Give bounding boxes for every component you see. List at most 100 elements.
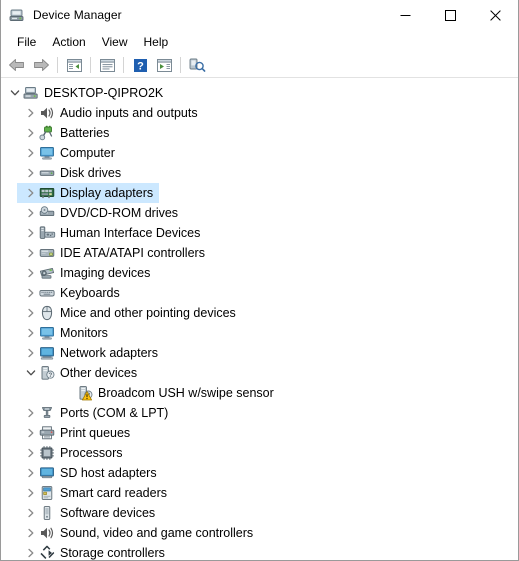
tree-node[interactable]: Mice and other pointing devices — [1, 303, 518, 323]
menu-action[interactable]: Action — [44, 33, 93, 52]
menu-bar: File Action View Help — [1, 31, 518, 53]
tree-node-label: Display adapters — [60, 186, 154, 200]
tree-node-label: SD host adapters — [60, 466, 157, 480]
chevron-right-icon[interactable] — [23, 185, 39, 201]
chevron-right-icon[interactable] — [23, 505, 39, 521]
tree-node-label: DVD/CD-ROM drives — [60, 206, 179, 220]
menu-file[interactable]: File — [9, 33, 44, 52]
tree-node-label: Monitors — [60, 326, 108, 340]
battery-icon — [39, 125, 55, 141]
tree-node[interactable]: DVD/CD-ROM drives — [1, 203, 518, 223]
sd-host-icon — [39, 465, 55, 481]
toolbar-separator — [90, 57, 91, 73]
tree-node[interactable]: DESKTOP-QIPRO2K — [1, 83, 518, 103]
tree-node-label: Print queues — [60, 426, 131, 440]
help-button[interactable]: ? — [128, 54, 152, 76]
tree-node-label: DESKTOP-QIPRO2K — [44, 86, 164, 100]
chevron-right-icon[interactable] — [23, 485, 39, 501]
unknown-device-icon: ? — [77, 385, 93, 401]
tree-node-label: IDE ATA/ATAPI controllers — [60, 246, 205, 260]
chevron-right-icon[interactable] — [23, 205, 39, 221]
scan-hardware-icon — [189, 58, 206, 72]
hid-icon — [39, 225, 56, 241]
tree-node-label: Disk drives — [60, 166, 122, 180]
chevron-right-icon[interactable] — [23, 105, 39, 121]
tree-node[interactable]: SD host adapters — [1, 463, 518, 483]
toolbar-separator — [57, 57, 58, 73]
show-hide-console-tree-button[interactable] — [62, 54, 86, 76]
tree-node-label: Computer — [60, 146, 115, 160]
camera-icon — [39, 265, 55, 281]
chevron-right-icon[interactable] — [23, 165, 39, 181]
window-controls — [383, 0, 518, 31]
chevron-right-icon[interactable] — [23, 325, 39, 341]
update-driver-button[interactable] — [152, 54, 176, 76]
tree-node[interactable]: Computer — [1, 143, 518, 163]
update-driver-icon — [156, 58, 172, 72]
chevron-right-icon[interactable] — [23, 525, 39, 541]
tree-node[interactable]: Imaging devices — [1, 263, 518, 283]
tree-node[interactable]: Ports (COM & LPT) — [1, 403, 518, 423]
maximize-button[interactable] — [428, 0, 473, 31]
back-arrow-icon — [9, 59, 24, 71]
chevron-right-icon[interactable] — [23, 225, 39, 241]
chevron-right-icon[interactable] — [23, 425, 39, 441]
tree-node-label: Sound, video and game controllers — [60, 526, 254, 540]
tree-node[interactable]: Monitors — [1, 323, 518, 343]
storage-controller-icon — [39, 545, 55, 560]
processor-icon — [39, 445, 55, 461]
tree-node[interactable]: Sound, video and game controllers — [1, 523, 518, 543]
tree-node-label: Smart card readers — [60, 486, 167, 500]
chevron-right-icon[interactable] — [23, 285, 39, 301]
speaker-icon — [39, 525, 55, 541]
tree-node[interactable]: IDE ATA/ATAPI controllers — [1, 243, 518, 263]
chevron-right-icon[interactable] — [23, 345, 39, 361]
chevron-right-icon[interactable] — [23, 465, 39, 481]
chevron-right-icon[interactable] — [23, 265, 39, 281]
chevron-down-icon[interactable] — [23, 365, 39, 381]
tree-node[interactable]: Storage controllers — [1, 543, 518, 560]
chevron-right-icon[interactable] — [23, 445, 39, 461]
chevron-right-icon[interactable] — [23, 405, 39, 421]
svg-text:?: ? — [49, 372, 53, 379]
device-tree[interactable]: DESKTOP-QIPRO2K Audio inputs and outputs… — [1, 78, 518, 560]
chevron-down-icon[interactable] — [7, 85, 23, 101]
menu-view[interactable]: View — [94, 33, 136, 52]
computer-icon — [23, 85, 39, 101]
tree-node-label: Ports (COM & LPT) — [60, 406, 169, 420]
close-button[interactable] — [473, 0, 518, 31]
tree-node[interactable]: Disk drives — [1, 163, 518, 183]
tree-node[interactable]: Smart card readers — [1, 483, 518, 503]
tree-node[interactable]: Audio inputs and outputs — [1, 103, 518, 123]
back-button[interactable] — [5, 54, 29, 76]
monitor-icon — [39, 325, 55, 341]
chevron-right-icon[interactable] — [23, 125, 39, 141]
window-title: Device Manager — [33, 8, 122, 22]
tree-node[interactable]: Human Interface Devices — [1, 223, 518, 243]
tree-node[interactable]: Display adapters — [1, 183, 518, 203]
tree-node[interactable]: Software devices — [1, 503, 518, 523]
chevron-right-icon[interactable] — [23, 305, 39, 321]
tree-node[interactable]: Network adapters — [1, 343, 518, 363]
device-manager-icon — [9, 7, 25, 23]
scan-hardware-changes-button[interactable] — [185, 54, 209, 76]
tree-node[interactable]: Keyboards — [1, 283, 518, 303]
forward-button[interactable] — [29, 54, 53, 76]
chevron-right-icon[interactable] — [23, 145, 39, 161]
tree-node[interactable]: Print queues — [1, 423, 518, 443]
chevron-right-icon[interactable] — [23, 545, 39, 560]
chevron-right-icon[interactable] — [23, 245, 39, 261]
mouse-icon — [39, 305, 55, 321]
disk-drive-icon — [39, 165, 55, 181]
tree-node[interactable]: ? Broadcom USH w/swipe sensor — [1, 383, 518, 403]
tree-node[interactable]: ? Other devices — [1, 363, 518, 383]
properties-button[interactable] — [95, 54, 119, 76]
menu-help[interactable]: Help — [136, 33, 177, 52]
tree-node-label: Imaging devices — [60, 266, 151, 280]
tree-node-label: Storage controllers — [60, 546, 165, 560]
tree-node[interactable]: Batteries — [1, 123, 518, 143]
tree-node-label: Mice and other pointing devices — [60, 306, 236, 320]
port-icon — [39, 405, 55, 421]
minimize-button[interactable] — [383, 0, 428, 31]
tree-node[interactable]: Processors — [1, 443, 518, 463]
